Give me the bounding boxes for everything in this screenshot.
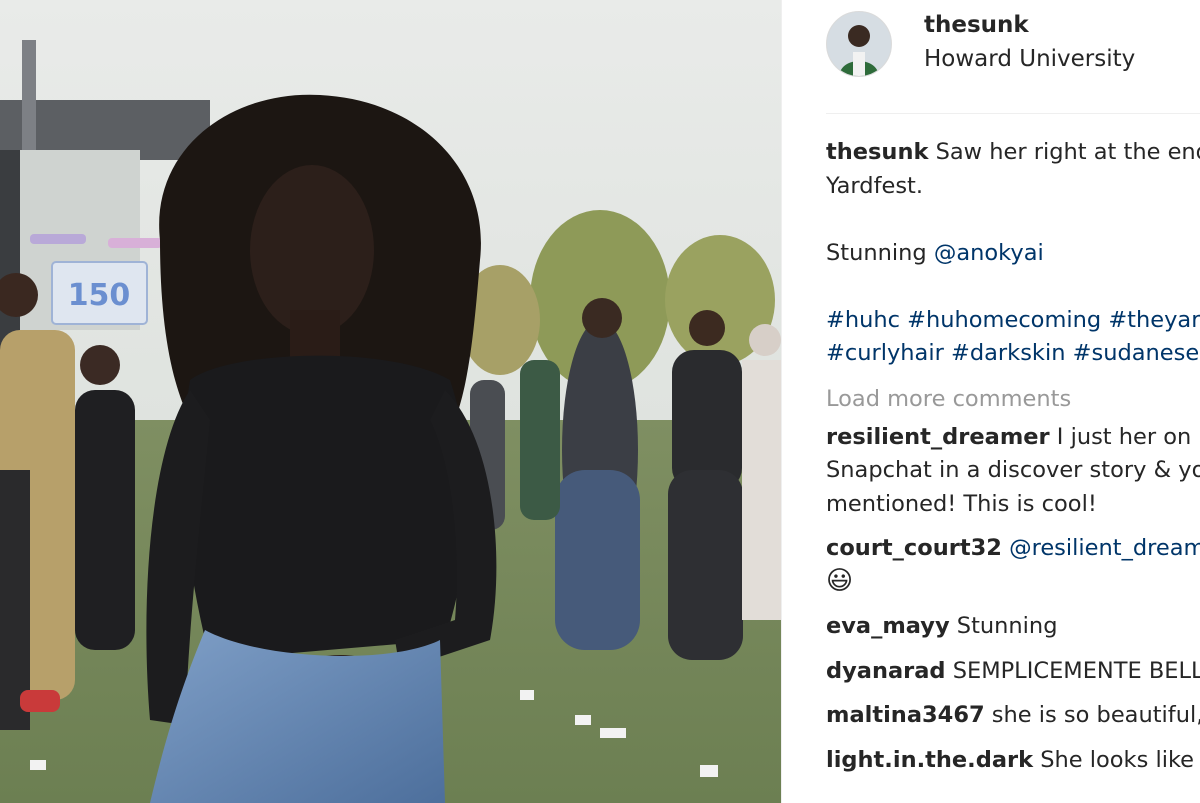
post-side-panel: thesunk Howard University thesunk Saw he… — [782, 0, 1200, 803]
avatar-image — [827, 11, 891, 76]
header-separator — [826, 113, 1200, 114]
comment-text: she is so beautiful,God — [991, 702, 1200, 728]
comment-item: court_court32 @resilient_dreamer 😃 — [826, 532, 1200, 599]
post-photo[interactable]: 150 — [0, 0, 781, 803]
comment-username[interactable]: resilient_dreamer — [826, 424, 1050, 450]
caption-hashtags-line1[interactable]: #huhc #huhomecoming #theyard — [826, 304, 1200, 338]
caption-text-line1: Saw her right at the end of — [935, 139, 1200, 165]
post-location[interactable]: Howard University — [924, 42, 1135, 76]
comment-item: eva_mayy Stunning — [826, 610, 1200, 644]
load-more-comments-button[interactable]: Load more comments — [826, 377, 1200, 421]
caption-text-line2: Yardfest. — [826, 172, 924, 199]
owner-username[interactable]: thesunk — [924, 8, 1135, 42]
comment-text: SEMPLICEMENTE BELLA — [952, 657, 1200, 684]
caption: thesunk Saw her right at the end of — [826, 136, 1200, 170]
comment-item: maltina3467 she is so beautiful,God — [826, 699, 1200, 733]
comment-item: dyanarad SEMPLICEMENTE BELLA — [826, 655, 1200, 689]
caption-mention[interactable]: @anokyai — [934, 240, 1044, 266]
comment-username[interactable]: court_court32 — [826, 535, 1002, 561]
caption-spacer-2 — [826, 270, 1200, 304]
comment-username[interactable]: dyanarad — [826, 658, 946, 684]
caption-hashtags-line2[interactable]: #curlyhair #darkskin #sudanese — [826, 337, 1200, 371]
comment-text: Stunning — [956, 613, 1058, 639]
comment-text: I just her on my — [1056, 423, 1200, 450]
comment-item: resilient_dreamer I just her on my Snapc… — [826, 421, 1200, 522]
caption-username[interactable]: thesunk — [826, 139, 928, 165]
comment-mention[interactable]: @resilient_dreamer — [1009, 535, 1200, 561]
caption-text-line3: Stunning — [826, 239, 934, 266]
comment-item: light.in.the.dark She looks like a — [826, 744, 1200, 778]
comment-text: mentioned! This is cool! — [826, 490, 1097, 517]
smiley-emoji-icon: 😃 — [826, 565, 854, 596]
comments-list: thesunk Saw her right at the end of Yard… — [826, 136, 1200, 777]
post-header: thesunk Howard University — [826, 0, 1200, 105]
scoreboard-text: 150 — [68, 278, 131, 313]
comment-text: Snapchat in a discover story & you were — [826, 457, 1200, 483]
comment-username[interactable]: light.in.the.dark — [826, 747, 1033, 773]
instagram-post-view: 150 thesunk Howard University thesunk Sa… — [0, 0, 1200, 803]
comment-text: She looks like a — [1040, 746, 1200, 773]
post-header-meta: thesunk Howard University — [924, 8, 1135, 76]
owner-avatar[interactable] — [826, 10, 892, 77]
comment-username[interactable]: eva_mayy — [826, 613, 950, 639]
post-photo-illustration: 150 — [0, 0, 781, 803]
caption-line3: Stunning @anokyai — [826, 237, 1200, 271]
comment-username[interactable]: maltina3467 — [826, 702, 985, 728]
